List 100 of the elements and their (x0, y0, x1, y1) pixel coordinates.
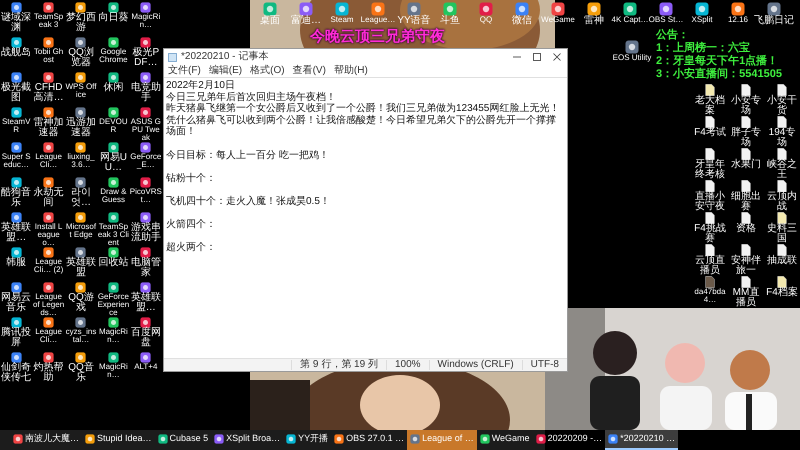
document-line: 超火两个： (166, 242, 217, 254)
app-icon (659, 2, 673, 16)
icon-label: liuxing_3.6… (66, 153, 96, 169)
icon-label: 回收站 (97, 258, 130, 268)
app-icon (75, 282, 86, 293)
app-icon (140, 177, 152, 188)
icon-label: 战舰岛 (0, 48, 32, 58)
icon-label: 小安干货 (766, 96, 798, 116)
app-icon (108, 317, 119, 328)
taskbar-item[interactable]: Cubase 5 (154, 430, 212, 450)
file-icon (777, 212, 787, 224)
app-icon (695, 2, 709, 16)
app-icon (10, 212, 22, 223)
file-icon (705, 148, 715, 160)
icon-label: 12.16 (726, 16, 750, 24)
app-icon (10, 2, 22, 13)
taskbar-item[interactable]: Stupid Idea… (82, 430, 155, 450)
icon-label: 极光截图 (0, 83, 32, 103)
app-icon (43, 142, 54, 153)
icon-label: LeagueCli… (34, 328, 63, 344)
app-icon (75, 317, 86, 328)
notepad-icon (168, 52, 177, 62)
app-icon (334, 434, 344, 444)
app-icon (108, 107, 119, 118)
file-icon (741, 212, 751, 224)
file-icon (777, 180, 787, 192)
app-icon (10, 142, 22, 153)
icon-label: Super Seduc… (0, 153, 32, 169)
app-icon (75, 37, 86, 48)
file-icon (741, 276, 751, 288)
app-icon (43, 317, 54, 328)
menu-item[interactable]: 编辑(E) (208, 66, 242, 76)
icon-label: ASUS GPU Tweak (130, 118, 162, 142)
app-icon (43, 212, 54, 223)
file-icon (777, 148, 787, 160)
icon-label: 小安专场 (730, 96, 762, 116)
app-icon (13, 434, 23, 444)
taskbar-item[interactable]: YY开播 (283, 430, 332, 450)
icon-label: 雷神加速器 (32, 118, 65, 138)
icon-label: 韩服 (5, 258, 28, 268)
app-icon (108, 352, 119, 363)
icon-label: 胖子专场 (730, 128, 762, 148)
icon-label: TeamSpeak 3 Client (97, 223, 130, 247)
app-icon (108, 282, 119, 293)
icon-label: 峡谷之王 (766, 160, 798, 180)
app-icon (140, 317, 152, 328)
icon-label: XSplit (690, 16, 714, 24)
icon-label: OBS St… (648, 16, 684, 24)
app-icon (43, 37, 54, 48)
document-line: 2022年2月10日 (166, 80, 236, 92)
announcement-heading: 公告： (656, 29, 689, 42)
app-icon (43, 247, 54, 258)
taskbar-item[interactable]: 南波儿大魔… (10, 430, 82, 450)
file-icon (705, 116, 715, 128)
icon-label: LeagueCli… (2) (32, 258, 64, 274)
app-icon (43, 72, 54, 83)
app-icon (140, 142, 152, 153)
icon-label: Install League o… (34, 223, 64, 247)
icon-label: TeamSpeak 3 (32, 13, 64, 29)
icon-label: 腾讯投屏 (0, 328, 32, 348)
taskbar-item[interactable]: 20220209 -… (532, 430, 606, 450)
app-icon (108, 37, 119, 48)
app-icon (140, 247, 152, 258)
icon-label: 极光PDF… (131, 48, 160, 68)
icon-label: 4K Capt… (612, 16, 648, 24)
icon-label: 永劫无间 (32, 188, 65, 208)
taskbar-item[interactable]: *20220210 … (605, 430, 678, 450)
icon-label: 라이엇… (70, 188, 92, 208)
app-icon (10, 247, 22, 258)
app-icon (75, 247, 86, 258)
file-icon (741, 84, 751, 96)
icon-label: Tobii Ghost (32, 48, 64, 64)
file-icon (777, 116, 787, 128)
icon-label: MM直播员 (732, 288, 760, 308)
taskbar-item[interactable]: OBS 27.0.1 … (331, 430, 408, 450)
menu-item[interactable]: 文件(F) (168, 66, 201, 76)
icon-label: QQ游戏 (67, 293, 95, 313)
app-icon (10, 107, 22, 118)
icon-label: SteamVR (0, 118, 32, 134)
icon-label: Microsoft Edge (64, 223, 97, 239)
app-icon (536, 434, 546, 444)
app-icon (140, 212, 152, 223)
app-icon (75, 177, 86, 188)
icon-label: 网易云音乐 (0, 293, 32, 313)
document-line: 钻粉十个： (166, 172, 217, 184)
app-icon (767, 2, 781, 16)
taskbar-item[interactable]: WeGame (476, 430, 533, 450)
icon-label: 游戏串流助手 (130, 223, 162, 243)
icon-label: GeForce_E… (130, 153, 162, 169)
icon-label: 向日葵 (97, 13, 130, 23)
icon-label: 酷狗音乐 (0, 188, 32, 208)
icon-label: PicoVRSt… (130, 188, 162, 204)
icon-label: 电脑管家 (130, 258, 162, 278)
icon-label: 史料三国 (766, 224, 798, 244)
app-icon (731, 2, 745, 16)
app-icon (214, 434, 224, 444)
icon-label: 百度网盘 (130, 328, 162, 348)
taskbar-item[interactable]: XSplit Broa… (211, 430, 284, 450)
app-icon (608, 434, 618, 444)
app-icon (10, 37, 22, 48)
